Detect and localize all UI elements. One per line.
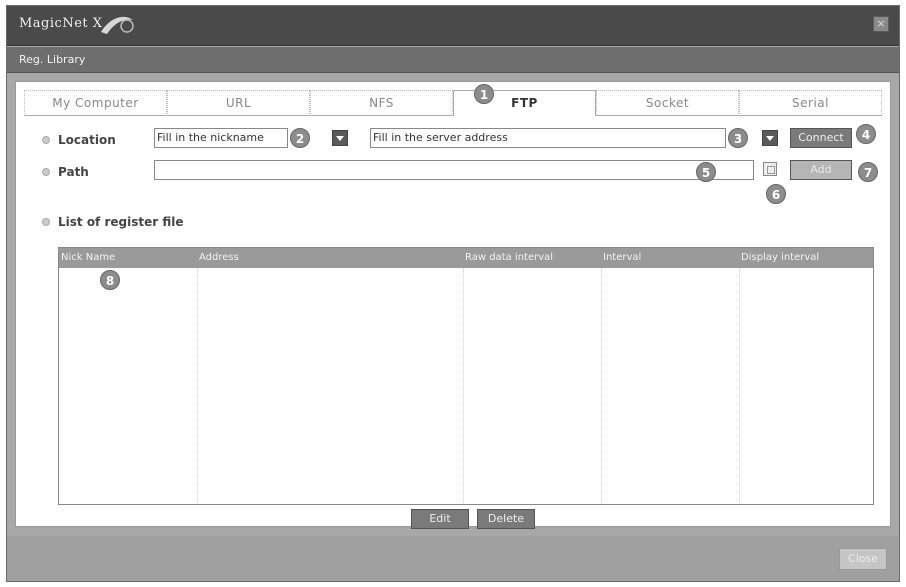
table-header: Nick Name Address Raw data interval Inte…: [59, 248, 873, 268]
delete-button[interactable]: Delete: [477, 509, 535, 529]
main-panel: My Computer URL NFS FTP Socket Serial 1 …: [15, 81, 891, 529]
source-tabs: My Computer URL NFS FTP Socket Serial: [24, 90, 882, 116]
callout-badge-8: 8: [100, 270, 120, 290]
window-close-icon[interactable]: ×: [873, 16, 889, 32]
callout-badge-2: 2: [290, 128, 310, 148]
callout-badge-4: 4: [856, 124, 876, 144]
path-label-row: Path: [42, 165, 89, 179]
table-body: [59, 268, 873, 504]
column-divider: [197, 268, 198, 504]
edit-button[interactable]: Edit: [411, 509, 469, 529]
column-divider: [739, 268, 740, 504]
close-button[interactable]: Close: [839, 548, 887, 570]
bullet-icon: [42, 168, 50, 176]
browse-folder-icon[interactable]: [763, 162, 777, 176]
menu-bar: Reg. Library: [7, 47, 899, 73]
location-label-row: Location: [42, 133, 116, 147]
register-list-label-row: List of register file: [42, 215, 183, 229]
bullet-icon: [42, 218, 50, 226]
app-logo: MagicNet X: [19, 16, 103, 31]
column-divider: [601, 268, 602, 504]
column-header-nick-name: Nick Name: [61, 252, 116, 263]
menu-reg-library[interactable]: Reg. Library: [19, 53, 85, 66]
table-actions: Edit Delete: [411, 509, 535, 529]
add-button[interactable]: Add: [790, 160, 852, 180]
tab-serial[interactable]: Serial: [739, 90, 882, 116]
bullet-icon: [42, 136, 50, 144]
tab-socket[interactable]: Socket: [596, 90, 739, 116]
tab-nfs[interactable]: NFS: [310, 90, 453, 116]
server-dropdown-icon[interactable]: [762, 130, 778, 146]
callout-badge-7: 7: [858, 162, 878, 182]
column-header-raw-data-interval: Raw data interval: [465, 252, 554, 263]
server-address-field[interactable]: Fill in the server address: [370, 128, 726, 148]
nickname-dropdown-icon[interactable]: [332, 130, 348, 146]
callout-badge-5: 5: [696, 162, 716, 182]
path-field[interactable]: [154, 160, 754, 180]
column-divider: [463, 268, 464, 504]
callout-badge-3: 3: [728, 128, 748, 148]
location-label: Location: [58, 133, 116, 147]
column-header-address: Address: [199, 252, 239, 263]
column-header-interval: Interval: [603, 252, 642, 263]
connect-button[interactable]: Connect: [790, 128, 852, 148]
tab-my-computer[interactable]: My Computer: [24, 90, 167, 116]
column-header-display-interval: Display interval: [741, 252, 820, 263]
callout-badge-6: 6: [766, 184, 786, 204]
callout-badge-1: 1: [474, 84, 494, 104]
logo-swoosh-icon: [101, 16, 134, 34]
tab-url[interactable]: URL: [167, 90, 310, 116]
nickname-field[interactable]: Fill in the nickname: [154, 128, 288, 148]
register-list-label: List of register file: [58, 215, 184, 229]
register-file-table[interactable]: Nick Name Address Raw data interval Inte…: [58, 247, 874, 505]
path-label: Path: [58, 165, 89, 179]
title-bar: MagicNet X ×: [7, 6, 899, 46]
window-footer: Close: [7, 536, 899, 581]
app-window: MagicNet X × Reg. Library My Computer UR…: [6, 5, 900, 582]
